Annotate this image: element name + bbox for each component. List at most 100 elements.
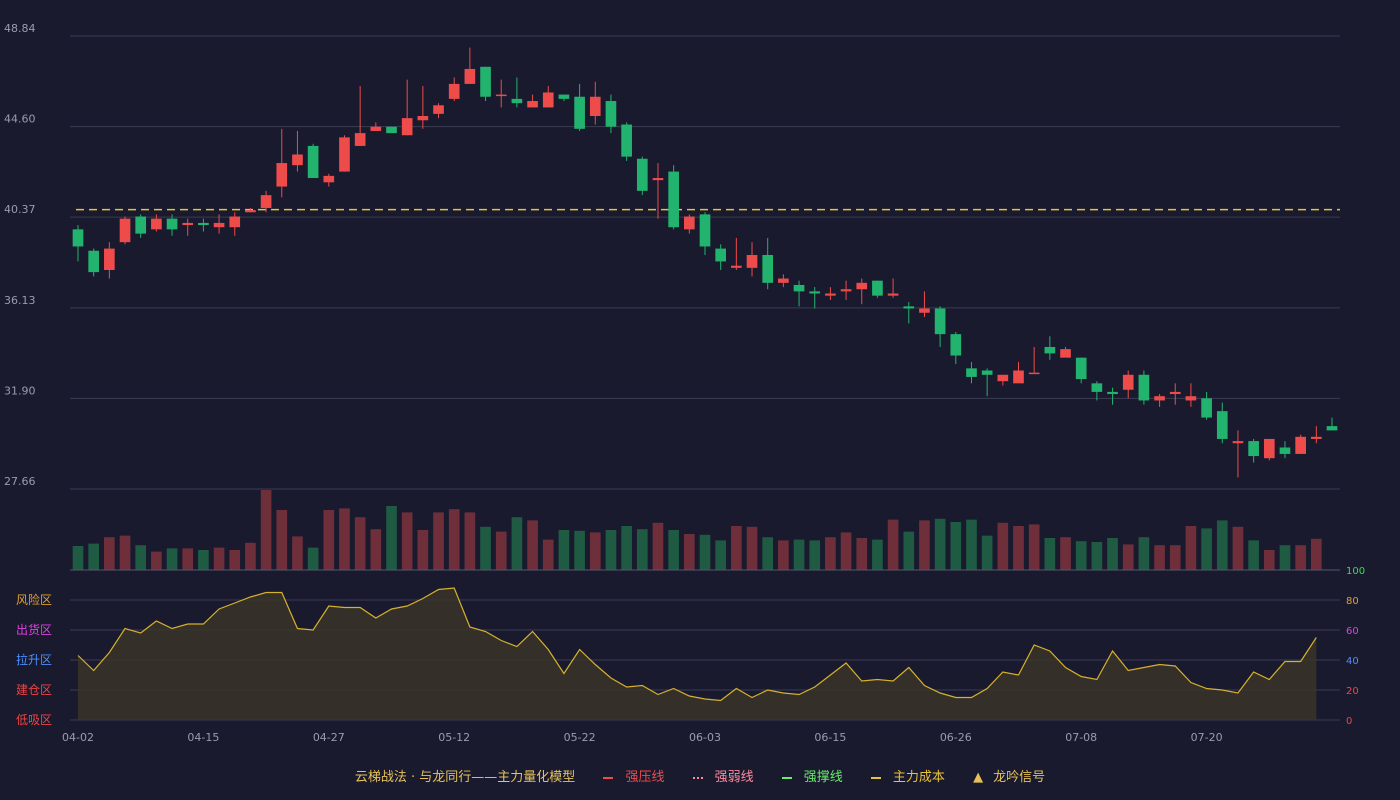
legend-strength-line[interactable]: 强弱线 [687, 766, 760, 785]
candle-body [198, 222, 209, 226]
candle-body [636, 158, 648, 191]
osc-area [78, 588, 1317, 720]
candle-body [605, 101, 617, 127]
candle-body [1248, 441, 1259, 457]
candle-body [683, 216, 695, 230]
volume-bar [511, 517, 523, 570]
volume-bar [981, 535, 993, 570]
candle-body [166, 218, 178, 230]
date-tick-label: 05-22 [564, 731, 596, 744]
volume-bar [135, 545, 147, 570]
candle-body [213, 222, 225, 228]
legend-strong-pressure[interactable]: 强压线 [597, 766, 670, 785]
candle-body [1122, 374, 1134, 390]
volume-bar [401, 512, 413, 570]
candle-body [809, 291, 821, 294]
legend-dragon-signal[interactable]: ▲ 龙吟信号 [967, 766, 1051, 785]
volume-bar [919, 520, 930, 570]
candle-body [511, 98, 523, 104]
volume-bar [1107, 538, 1118, 570]
candle-body [401, 118, 413, 136]
candle-body [1060, 349, 1071, 358]
volume-bar [323, 510, 335, 570]
volume-bar [1232, 526, 1244, 570]
volume-bar [934, 518, 946, 570]
candle-body [417, 115, 429, 121]
candle-body [652, 178, 664, 181]
osc-right-tick: 80 [1346, 596, 1359, 607]
volume-bar [1028, 524, 1040, 570]
candle-body [307, 145, 319, 179]
candle-body [1185, 396, 1197, 401]
volume-bar [1216, 520, 1228, 570]
candle-body [668, 171, 679, 228]
volume-bar [495, 531, 507, 570]
legend-title-label: 云梯战法 · 与龙同行——主力量化模型 [354, 770, 576, 785]
volume-bar [1138, 537, 1150, 570]
volume-bar [621, 526, 632, 570]
candle-body [245, 210, 256, 213]
volume-bar [903, 531, 915, 570]
price-tick-label: 31.90 [4, 384, 36, 397]
volume-bar [213, 547, 225, 570]
volume-bar [997, 522, 1009, 570]
candle-body [746, 255, 758, 268]
candle-body [1216, 411, 1228, 439]
volume-bar [746, 526, 758, 570]
price-tick-label: 44.60 [4, 113, 36, 126]
candle-body [151, 218, 162, 230]
candle-body [950, 334, 962, 356]
candle-body [1013, 370, 1024, 384]
volume-bar [1122, 544, 1134, 570]
candle-body [793, 284, 805, 292]
volume-bar [793, 539, 805, 570]
osc-right-tick: 40 [1346, 656, 1359, 667]
legend-main-cost[interactable]: 主力成本 [865, 766, 951, 785]
triangle-icon: ▲ [973, 770, 984, 785]
volume-bar [542, 539, 554, 570]
volume-bar [370, 529, 382, 570]
osc-zone-label: 低吸区 [16, 713, 52, 727]
candle-body [558, 94, 570, 99]
legend-label-strong-support: 强撑线 [803, 770, 843, 785]
candle-body [386, 126, 397, 134]
volume-bar [198, 550, 209, 570]
volume-bar [229, 550, 241, 570]
candle-body [966, 368, 977, 377]
candle-body [919, 308, 930, 313]
candle-body [464, 68, 476, 84]
volume-bar [480, 526, 491, 570]
legend-label-dragon-signal: 龙吟信号 [993, 770, 1046, 785]
volume-bar [88, 543, 100, 570]
date-tick-label: 07-20 [1191, 731, 1223, 744]
candle-body [574, 96, 585, 129]
osc-zone-label: 拉升区 [16, 652, 52, 667]
volume-bar [652, 522, 664, 570]
osc-right-tick: 60 [1346, 626, 1359, 637]
osc-zone-label: 出货区 [16, 622, 52, 637]
volume-bar [809, 540, 821, 570]
price-tick-label: 48.84 [4, 22, 36, 35]
date-tick-label: 07-08 [1065, 731, 1097, 744]
candle-body [448, 83, 460, 99]
candle-body [1232, 441, 1244, 444]
candlestick-chart: 48.84 44.60 40.37 36.13 31.90 27.66 100 80 60 40 2… [4, 22, 1365, 744]
candle-body [589, 96, 601, 116]
candle-body [72, 229, 84, 247]
osc-zone-label: 风险区 [16, 592, 52, 607]
candle-body [354, 133, 366, 146]
candle-body [182, 222, 194, 226]
date-tick-label: 04-27 [313, 731, 345, 744]
candle-body [997, 374, 1009, 382]
volume-bar [778, 540, 789, 570]
volume-bar [292, 536, 303, 570]
volume-bar [1075, 541, 1087, 570]
volume-bar [840, 532, 852, 570]
legend-strong-support[interactable]: 强撑线 [776, 766, 849, 785]
candle-body [229, 216, 241, 228]
volume-bar [448, 509, 460, 570]
volume-bar [354, 517, 366, 570]
volume-bar [1201, 528, 1212, 570]
candle-body [370, 126, 382, 131]
candle-body [762, 255, 774, 283]
